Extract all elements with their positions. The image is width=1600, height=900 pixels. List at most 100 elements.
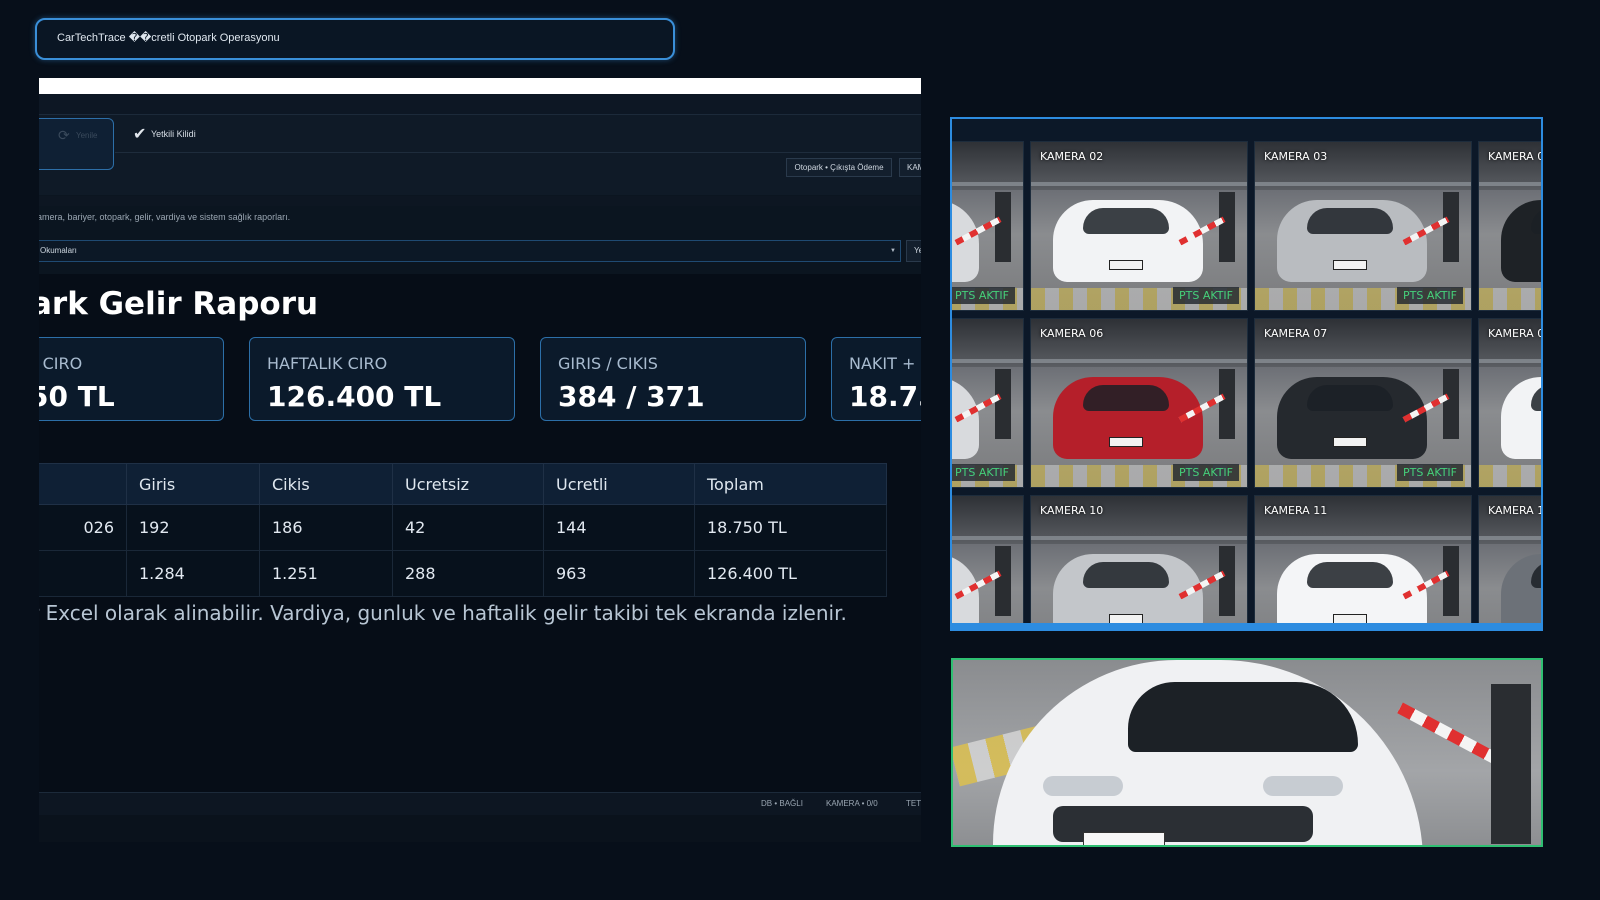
kpi-daily-revenue: K CIRO 50 TL <box>39 337 224 421</box>
refresh-report-button[interactable]: Ye <box>906 240 921 262</box>
report-app-window: ⟳ Yenile ✔ Yetkili Kilidi Otopark • Çıkı… <box>39 78 921 842</box>
camera-tile[interactable]: PTS AKTIF <box>952 141 1024 311</box>
camera-label: KAMERA 10 <box>1040 504 1104 517</box>
kpi-label: K CIRO <box>39 354 83 373</box>
curb-stripes <box>1479 288 1541 310</box>
camera-label: KAMERA 1 <box>1488 504 1543 517</box>
refresh-label: Yenile <box>76 131 98 140</box>
table-row: 1.284 1.251 288 963 126.400 TL <box>39 550 887 597</box>
pts-status-badge: PTS AKTIF <box>1396 287 1463 304</box>
kpi-cash: NAKIT + 18.75 <box>831 337 921 421</box>
col-header-date <box>39 463 127 505</box>
revenue-table: Giris Cikis Ucretsiz Ucretli Toplam 026 … <box>39 463 887 597</box>
pts-status-badge: PTS AKTIF <box>1172 287 1239 304</box>
windshield <box>1531 385 1541 411</box>
rail <box>1255 359 1471 363</box>
camera-tile[interactable]: KAMERA 1 <box>1478 495 1543 629</box>
camera-label: KAMERA 0 <box>1488 327 1543 340</box>
tet-status: TET <box>906 799 921 808</box>
table-cell: 18.750 TL <box>694 504 887 551</box>
car-image <box>1501 200 1541 282</box>
col-header-giris: Giris <box>126 463 260 505</box>
barrier-pole <box>1219 546 1235 616</box>
windshield <box>1531 562 1541 588</box>
windshield <box>1083 208 1169 234</box>
camera-button[interactable]: KAM <box>899 158 921 177</box>
barrier-pole <box>1219 192 1235 262</box>
camera-tile[interactable]: PTS AKTIF <box>952 318 1024 488</box>
windshield <box>1083 385 1169 411</box>
license-plate <box>1083 832 1165 845</box>
zoomed-camera-view[interactable] <box>951 658 1543 847</box>
table-cell: 144 <box>543 504 695 551</box>
table-cell: 42 <box>392 504 544 551</box>
report-select[interactable]: Okumaları ▼ <box>39 240 901 262</box>
report-title: ark Gelir Raporu <box>39 286 319 322</box>
checkmark-icon[interactable]: ✔ <box>133 124 146 143</box>
car-image <box>1501 554 1541 629</box>
headlight-left <box>1043 776 1123 796</box>
bottom-strip <box>39 815 921 842</box>
table-header-row: Giris Cikis Ucretsiz Ucretli Toplam <box>39 463 887 505</box>
table-cell: 192 <box>126 504 260 551</box>
camera-tile[interactable]: KAMERA 06 PTS AKTIF <box>1030 318 1248 488</box>
pts-status-badge: PTS AKTIF <box>1172 464 1239 481</box>
windshield <box>1083 562 1169 588</box>
table-cell: 1.251 <box>259 550 393 597</box>
camera-status: KAMERA • 0/0 <box>826 799 878 808</box>
camera-grid: KAMERA 1 KAMERA 11 KAMERA 10 KAMERA 0 KAMERA… <box>950 117 1543 631</box>
camera-label: KAMERA 0 <box>1488 150 1543 163</box>
car-image <box>1501 377 1541 459</box>
table-cell: 126.400 TL <box>694 550 887 597</box>
table-cell: 1.284 <box>126 550 260 597</box>
kpi-label: NAKIT + <box>849 354 916 373</box>
col-header-ucretli: Ucretli <box>543 463 695 505</box>
rail <box>1255 536 1471 540</box>
camera-tile[interactable]: KAMERA 0 <box>1478 141 1543 311</box>
rail <box>1031 536 1247 540</box>
camera-tile[interactable]: KAMERA 0 <box>1478 318 1543 488</box>
license-plate <box>1109 260 1143 270</box>
kpi-value: 50 TL <box>39 380 115 413</box>
kpi-value: 18.75 <box>849 380 921 413</box>
kpi-label: GIRIS / CIKIS <box>558 354 658 373</box>
col-header-toplam: Toplam <box>694 463 887 505</box>
barrier-pole <box>1491 684 1531 844</box>
col-header-cikis: Cikis <box>259 463 393 505</box>
camera-tile[interactable]: KAMERA 10 <box>1030 495 1248 629</box>
barrier-pole <box>1443 369 1459 439</box>
report-select-value: Okumaları <box>40 246 77 255</box>
headlight-right <box>1263 776 1343 796</box>
windshield <box>1307 208 1393 234</box>
kpi-value: 384 / 371 <box>558 380 705 413</box>
table-cell <box>39 550 127 597</box>
rail <box>1479 536 1541 540</box>
rail <box>1031 359 1247 363</box>
pts-status-badge: PTS AKTIF <box>1396 464 1463 481</box>
separator <box>39 196 921 206</box>
camera-label: KAMERA 03 <box>1264 150 1328 163</box>
rail <box>952 536 1023 540</box>
barrier-pole <box>995 369 1011 439</box>
camera-tile[interactable] <box>952 495 1024 629</box>
parking-payment-button[interactable]: Otopark • Çıkışta Ödeme <box>786 158 892 177</box>
barrier-pole <box>1443 192 1459 262</box>
top-strip <box>39 94 921 114</box>
camera-tile[interactable]: KAMERA 11 <box>1254 495 1472 629</box>
kpi-weekly-revenue: HAFTALIK CIRO 126.400 TL <box>249 337 515 421</box>
refresh-tab[interactable]: ⟳ Yenile <box>39 118 114 170</box>
windshield <box>1128 682 1358 752</box>
windshield <box>1531 208 1541 234</box>
rail <box>952 359 1023 363</box>
camera-tile[interactable]: KAMERA 07 PTS AKTIF <box>1254 318 1472 488</box>
camera-grid-scrollbar[interactable] <box>952 623 1541 629</box>
refresh-icon: ⟳ <box>58 128 70 144</box>
camera-label: KAMERA 07 <box>1264 327 1328 340</box>
kpi-value: 126.400 TL <box>267 380 442 413</box>
camera-tile[interactable]: KAMERA 03 PTS AKTIF <box>1254 141 1472 311</box>
app-title: CarTechTrace ��cretli Otopark Operasyonu <box>57 32 280 44</box>
table-cell: 026 <box>39 504 127 551</box>
camera-tile[interactable]: KAMERA 02 PTS AKTIF <box>1030 141 1248 311</box>
title-bar: CarTechTrace ��cretli Otopark Operasyonu <box>35 18 675 60</box>
pts-status-badge: PTS AKTIF <box>952 287 1015 304</box>
